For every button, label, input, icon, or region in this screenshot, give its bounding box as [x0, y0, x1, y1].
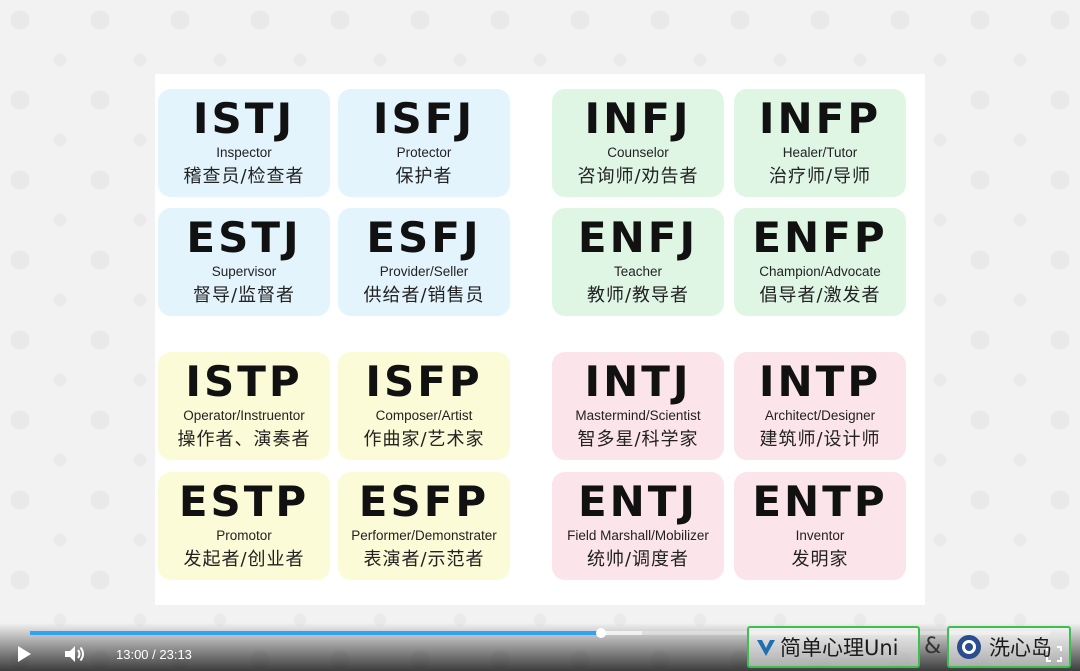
type-code: INTJ [584, 357, 692, 406]
type-code: ISTP [185, 357, 303, 406]
type-code: INFP [758, 94, 882, 143]
type-role-cn: 表演者/示范者 [363, 549, 485, 570]
type-role-en: Inspector [216, 145, 272, 160]
mbti-card-estj: ESTJ Supervisor 督导/监督者 [158, 208, 330, 316]
mbti-card-esfp: ESFP Performer/Demonstrater 表演者/示范者 [338, 472, 510, 580]
brand-name-1: 简单心理Uni [780, 636, 899, 660]
type-role-en: Operator/Instruentor [183, 408, 305, 423]
type-code: ISTJ [192, 94, 296, 143]
type-role-en: Healer/Tutor [782, 145, 858, 160]
jiandan-logo-icon [757, 640, 775, 656]
brand-watermark-jiandan: 简单心理Uni [747, 626, 920, 668]
type-code: ISFP [365, 357, 483, 406]
mbti-card-intp: INTP Architect/Designer 建筑师/设计师 [734, 352, 906, 460]
type-code: ESFP [358, 477, 490, 526]
type-code: INTP [758, 357, 882, 406]
mbti-card-isfp: ISFP Composer/Artist 作曲家/艺术家 [338, 352, 510, 460]
type-role-en: Protector [396, 145, 452, 160]
type-role-cn: 统帅/调度者 [586, 549, 690, 570]
xixindao-logo-icon [957, 635, 981, 659]
type-role-en: Counselor [607, 145, 669, 160]
type-role-cn: 供给者/销售员 [363, 285, 485, 306]
type-role-cn: 操作者、演奏者 [177, 429, 311, 450]
mbti-card-enfj: ENFJ Teacher 教师/教导者 [552, 208, 724, 316]
type-code: ENTJ [577, 477, 699, 526]
type-code: ENFP [752, 213, 888, 262]
mbti-card-infj: INFJ Counselor 咨询师/劝告者 [552, 89, 724, 197]
type-code: ESTP [178, 477, 310, 526]
type-code: ESTJ [186, 213, 302, 262]
type-role-cn: 发明家 [791, 549, 849, 570]
brand-ampersand: & [924, 634, 942, 659]
type-code: ESFJ [366, 213, 482, 262]
type-code: ENFJ [577, 213, 699, 262]
play-icon [18, 646, 31, 662]
type-code: ISFJ [372, 94, 476, 143]
type-role-en: Provider/Seller [379, 264, 469, 279]
time-display: 13:00 / 23:13 [116, 647, 192, 662]
mbti-card-istp: ISTP Operator/Instruentor 操作者、演奏者 [158, 352, 330, 460]
type-role-cn: 作曲家/艺术家 [363, 429, 485, 450]
brand-name-2: 洗心岛 [989, 636, 1052, 660]
type-role-cn: 保护者 [395, 166, 453, 187]
mbti-card-isfj: ISFJ Protector 保护者 [338, 89, 510, 197]
type-role-en: Field Marshall/Mobilizer [567, 528, 709, 543]
type-role-cn: 智多星/科学家 [577, 429, 699, 450]
type-role-cn: 倡导者/激发者 [759, 285, 881, 306]
mbti-card-estp: ESTP Promotor 发起者/创业者 [158, 472, 330, 580]
mbti-card-infp: INFP Healer/Tutor 治疗师/导师 [734, 89, 906, 197]
volume-button[interactable] [64, 645, 86, 667]
volume-icon [65, 646, 84, 662]
type-role-en: Inventor [795, 528, 845, 543]
type-role-cn: 稽查员/检查者 [183, 166, 305, 187]
type-role-cn: 督导/监督者 [192, 285, 296, 306]
mbti-slide: ISTJ Inspector 稽查员/检查者 ISFJ Protector 保护… [155, 74, 925, 605]
type-role-cn: 教师/教导者 [586, 285, 690, 306]
type-role-en: Performer/Demonstrater [351, 528, 497, 543]
progress-played [30, 631, 602, 635]
type-role-cn: 咨询师/劝告者 [577, 166, 699, 187]
type-role-cn: 发起者/创业者 [183, 549, 305, 570]
type-code: ENTP [752, 477, 888, 526]
type-role-en: Promotor [216, 528, 272, 543]
play-button[interactable] [16, 645, 32, 667]
mbti-card-istj: ISTJ Inspector 稽查员/检查者 [158, 89, 330, 197]
type-role-en: Composer/Artist [375, 408, 473, 423]
type-role-cn: 建筑师/设计师 [759, 429, 881, 450]
type-role-en: Architect/Designer [764, 408, 876, 423]
mbti-card-intj: INTJ Mastermind/Scientist 智多星/科学家 [552, 352, 724, 460]
mbti-card-entp: ENTP Inventor 发明家 [734, 472, 906, 580]
type-role-en: Teacher [613, 264, 663, 279]
mbti-card-esfj: ESFJ Provider/Seller 供给者/销售员 [338, 208, 510, 316]
mbti-card-entj: ENTJ Field Marshall/Mobilizer 统帅/调度者 [552, 472, 724, 580]
brand-watermark-xixindao: 洗心岛 [947, 626, 1071, 668]
type-role-en: Champion/Advocate [759, 264, 881, 279]
type-role-cn: 治疗师/导师 [768, 166, 872, 187]
type-role-en: Mastermind/Scientist [575, 408, 701, 423]
type-role-en: Supervisor [211, 264, 277, 279]
type-code: INFJ [584, 94, 692, 143]
mbti-card-enfp: ENFP Champion/Advocate 倡导者/激发者 [734, 208, 906, 316]
